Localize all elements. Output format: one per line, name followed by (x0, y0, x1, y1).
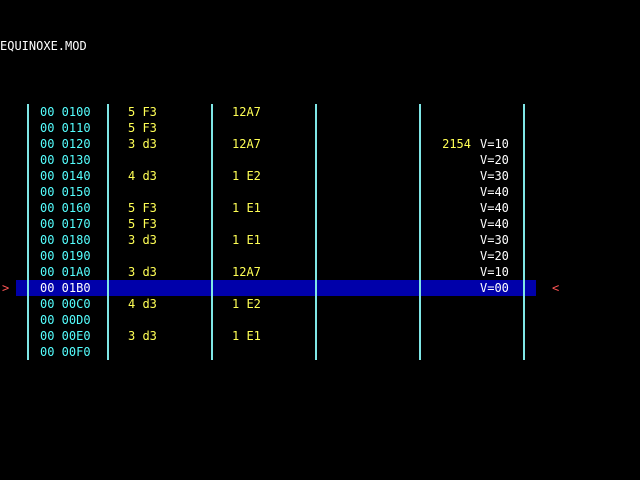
row-position: 00 00D0 (40, 313, 91, 327)
pattern-row[interactable]: 00 0110 5 F3 (0, 120, 640, 136)
effect-cell: 12A7 (232, 137, 261, 151)
row-position: 00 0180 (40, 233, 91, 247)
note-cell: 4 d3 (128, 297, 157, 311)
note-cell: 5 F3 (128, 121, 157, 135)
volume-cell: V=10 (480, 265, 509, 279)
volume-cell: V=40 (480, 201, 509, 215)
note-cell: 4 d3 (128, 169, 157, 183)
volume-cell: V=00 (480, 281, 509, 295)
pattern-row[interactable]: 00 0180 3 d3 1 E1 V=30 (0, 232, 640, 248)
row-position: 00 01B0 (40, 281, 91, 295)
effect-cell: 12A7 (232, 105, 261, 119)
volume-cell: V=10 (480, 137, 509, 151)
note-cell: 3 d3 (128, 265, 157, 279)
row-position: 00 00F0 (40, 345, 91, 359)
row-position: 00 0160 (40, 201, 91, 215)
pattern-row[interactable]: 00 01A0 3 d3 12A7 V=10 (0, 264, 640, 280)
effect-cell: 1 E1 (232, 201, 261, 215)
volume-cell: V=30 (480, 233, 509, 247)
row-position: 00 00C0 (40, 297, 91, 311)
note-cell: 3 d3 (128, 233, 157, 247)
row-position: 00 0190 (40, 249, 91, 263)
pattern-row[interactable]: 00 0130 V=20 (0, 152, 640, 168)
note-cell: 5 F3 (128, 201, 157, 215)
note-cell: 3 d3 (128, 329, 157, 343)
note-cell: 3 d3 (128, 137, 157, 151)
effect-cell: 1 E1 (232, 233, 261, 247)
pattern-row[interactable]: 00 01B0 V=00 (0, 280, 640, 296)
pattern-row[interactable]: 00 00D0 (0, 312, 640, 328)
row-position: 00 0170 (40, 217, 91, 231)
pattern-row[interactable]: 00 0150 V=40 (0, 184, 640, 200)
row-position: 00 0150 (40, 185, 91, 199)
row-position: 00 0110 (40, 121, 91, 135)
row-position: 00 01A0 (40, 265, 91, 279)
extra-cell: 2154 (442, 137, 471, 151)
pattern-row[interactable]: 00 0140 4 d3 1 E2 V=30 (0, 168, 640, 184)
volume-cell: V=30 (480, 169, 509, 183)
pattern-row[interactable]: 00 00F0 (0, 344, 640, 360)
pattern-row[interactable]: 00 00C0 4 d3 1 E2 (0, 296, 640, 312)
pattern-row[interactable]: 00 00E0 3 d3 1 E1 (0, 328, 640, 344)
effect-cell: 1 E2 (232, 297, 261, 311)
note-cell: 5 F3 (128, 105, 157, 119)
row-position: 00 0130 (40, 153, 91, 167)
effect-cell: 1 E2 (232, 169, 261, 183)
volume-cell: V=20 (480, 153, 509, 167)
volume-cell: V=40 (480, 217, 509, 231)
effect-cell: 1 E1 (232, 329, 261, 343)
row-position: 00 0140 (40, 169, 91, 183)
pattern-row[interactable]: 00 0190 V=20 (0, 248, 640, 264)
pattern-row[interactable]: 00 0170 5 F3 V=40 (0, 216, 640, 232)
pattern-row[interactable]: 00 0120 3 d3 12A7 2154 V=10 (0, 136, 640, 152)
pattern-row[interactable]: 00 0160 5 F3 1 E1 V=40 (0, 200, 640, 216)
file-title: EQUINOXE.MOD (0, 39, 87, 53)
row-position: 00 0120 (40, 137, 91, 151)
volume-cell: V=40 (480, 185, 509, 199)
effect-cell: 12A7 (232, 265, 261, 279)
pattern-row[interactable]: 00 0100 5 F3 12A7 (0, 104, 640, 120)
row-position: 00 0100 (40, 105, 91, 119)
row-position: 00 00E0 (40, 329, 91, 343)
volume-cell: V=20 (480, 249, 509, 263)
note-cell: 5 F3 (128, 217, 157, 231)
